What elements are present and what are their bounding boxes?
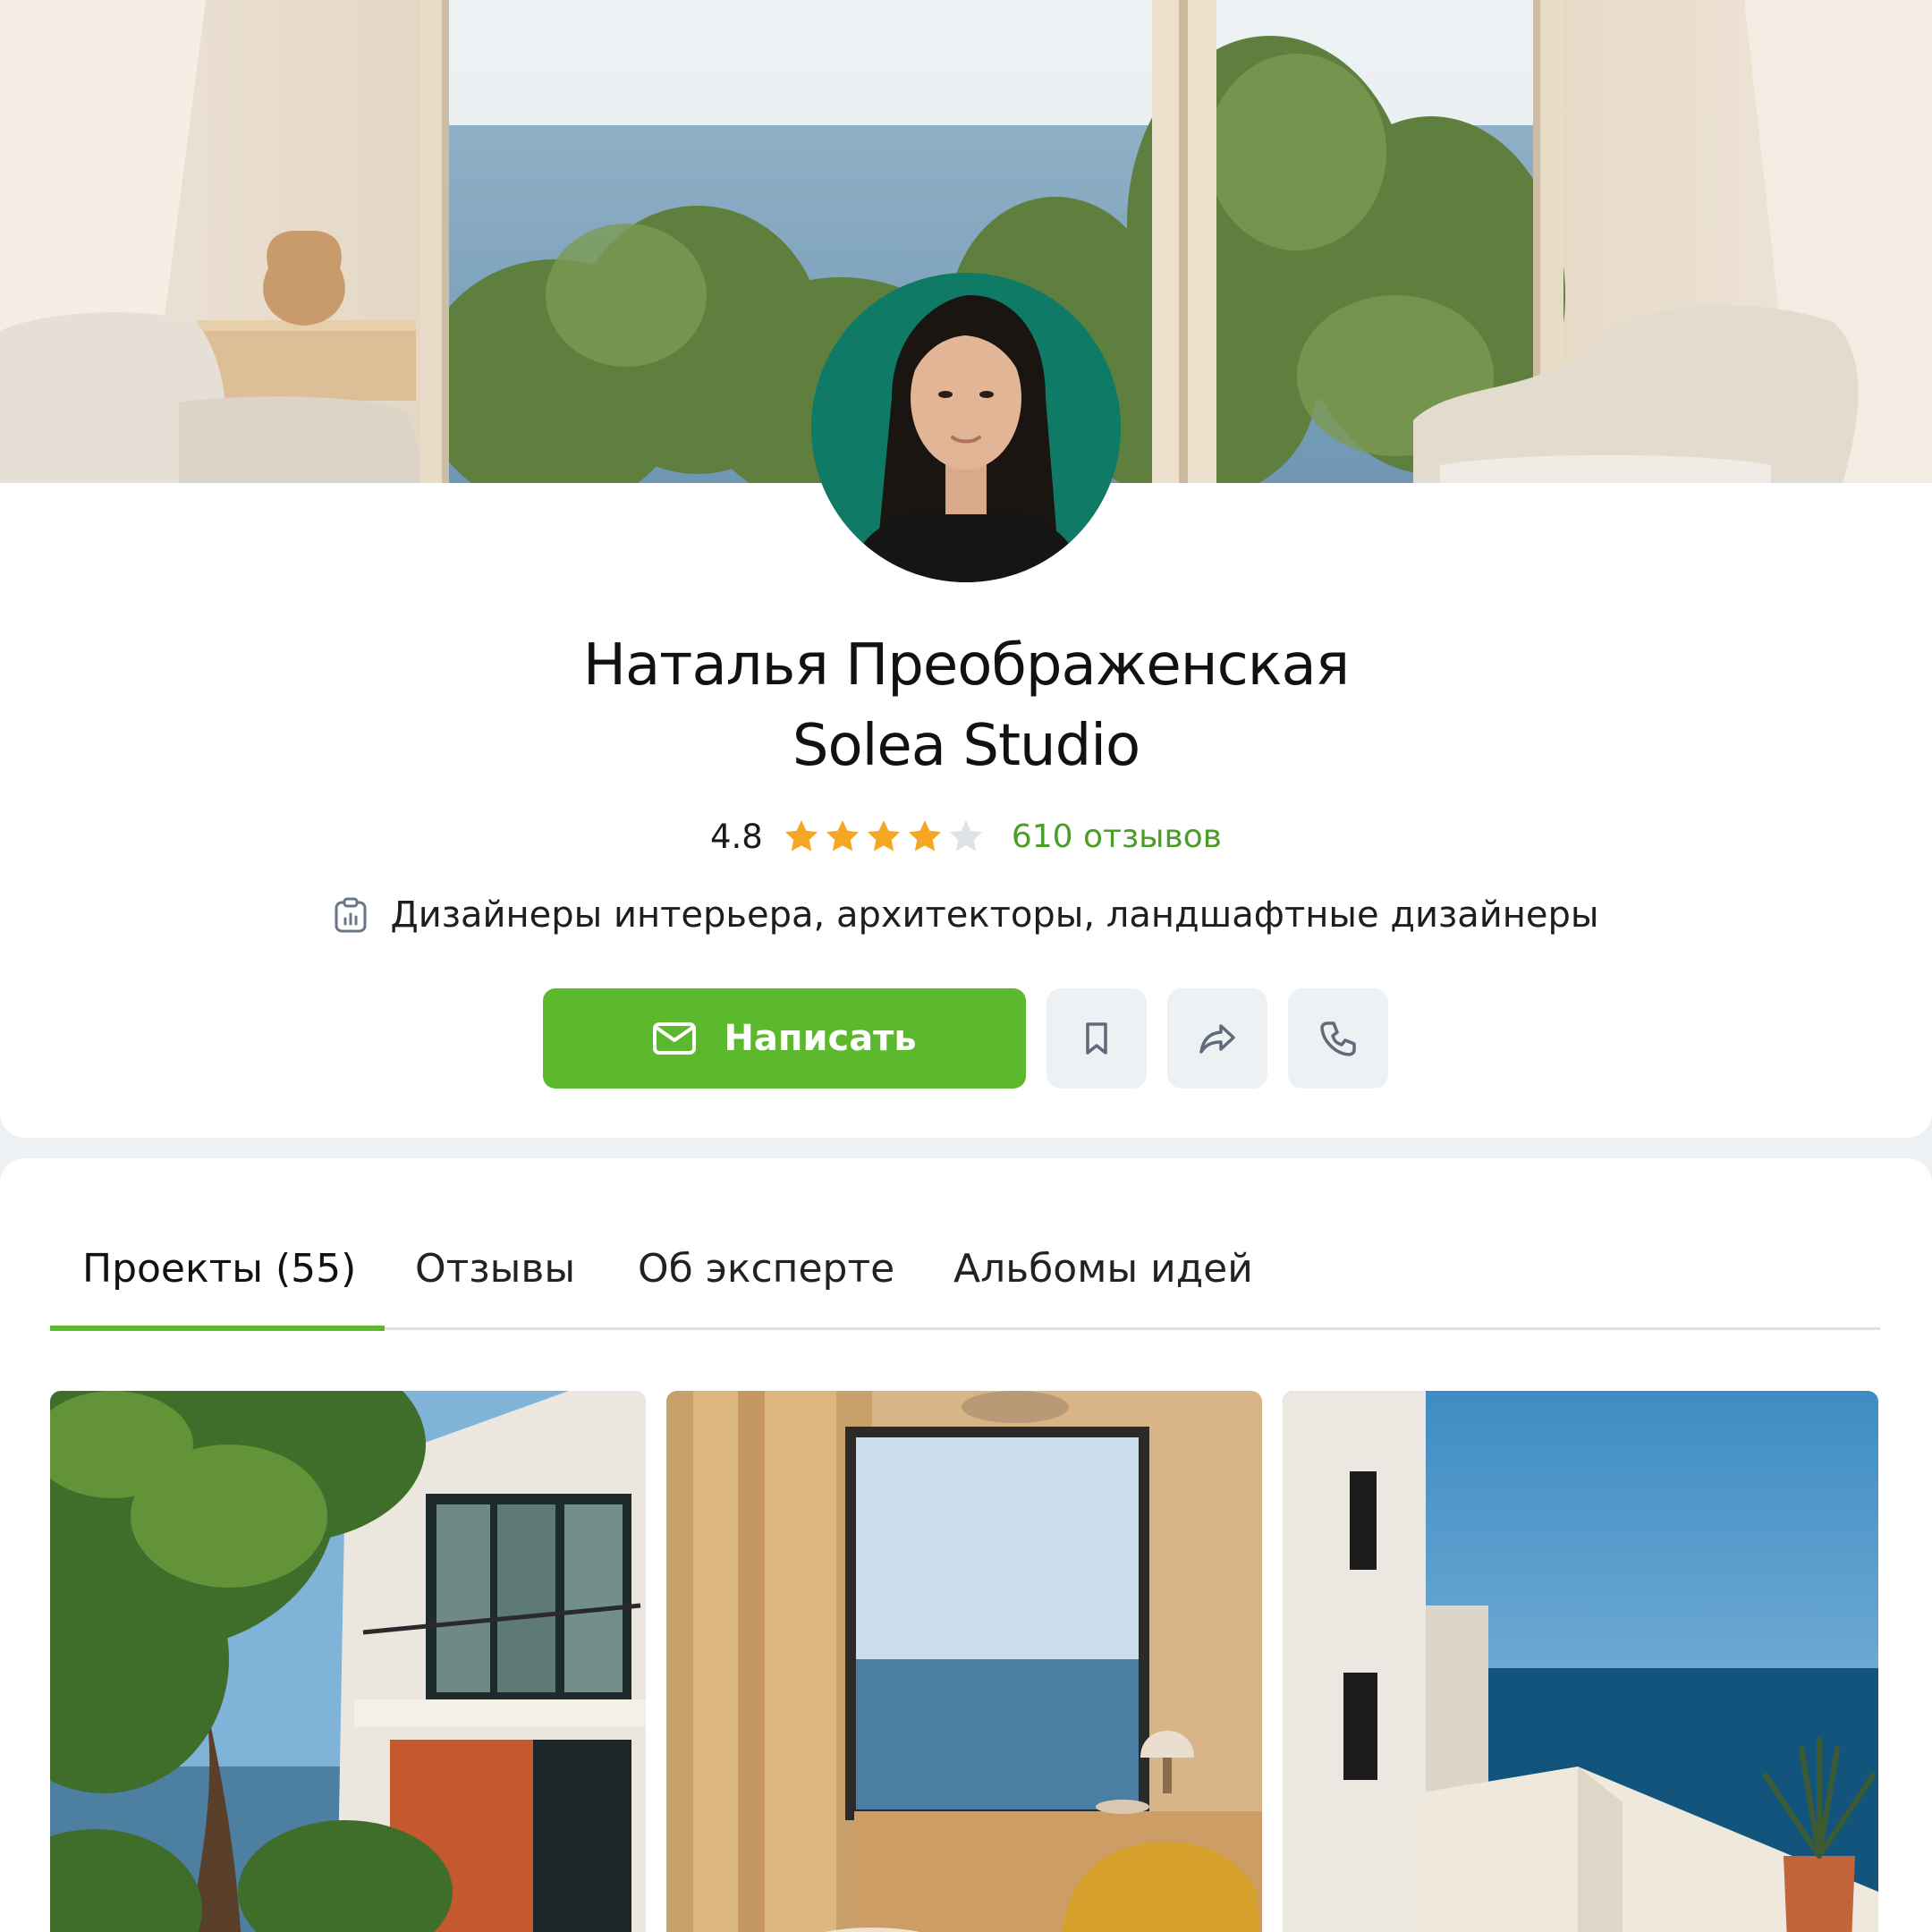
share-button[interactable] (1167, 988, 1267, 1089)
expert-name: Наталья Преображенская (582, 632, 1350, 699)
clipboard-chart-icon (335, 897, 366, 933)
star-filled-icon (867, 820, 900, 852)
project-card[interactable] (666, 1391, 1262, 1932)
rating-stars (783, 818, 985, 855)
profile-tabs: Проекты (55) Отзывы Об эксперте Альбомы … (50, 1158, 1880, 1331)
content-card: Проекты (55) Отзывы Об эксперте Альбомы … (0, 1158, 1932, 1932)
active-tab-indicator (50, 1326, 385, 1331)
project-photo-interior-window (666, 1391, 1262, 1932)
bookmark-button[interactable] (1046, 988, 1147, 1089)
avatar (811, 273, 1121, 582)
phone-icon (1320, 1021, 1356, 1056)
share-arrow-icon (1199, 1024, 1235, 1054)
tab-idea-albums[interactable]: Альбомы идей (953, 1246, 1253, 1292)
project-card[interactable] (50, 1391, 646, 1932)
category-row: Дизайнеры интерьера, архитекторы, ландша… (0, 888, 1932, 942)
star-filled-icon (908, 820, 941, 852)
avatar-photo (811, 273, 1121, 582)
mail-icon (653, 1022, 697, 1055)
star-filled-icon (826, 820, 859, 852)
project-card[interactable] (1283, 1391, 1878, 1932)
phone-button[interactable] (1288, 988, 1388, 1089)
tab-reviews[interactable]: Отзывы (415, 1246, 575, 1292)
reviews-link[interactable]: 610 отзывов (1012, 818, 1222, 855)
tab-about-expert[interactable]: Об эксперте (638, 1246, 894, 1292)
tab-projects[interactable]: Проекты (55) (82, 1246, 356, 1292)
category-text: Дизайнеры интерьера, архитекторы, ландша… (390, 894, 1599, 936)
profile-card: Наталья Преображенская Solea Studio 4.8 … (0, 0, 1932, 1138)
write-message-label: Написать (724, 1018, 917, 1059)
star-empty-icon (949, 820, 982, 852)
rating-row: 4.8 610 отзывов (0, 812, 1932, 860)
star-filled-icon (784, 820, 818, 852)
company-name: Solea Studio (792, 713, 1140, 779)
write-message-button[interactable]: Написать (543, 988, 1026, 1089)
rating-value: 4.8 (709, 817, 763, 856)
project-photo-white-house-sea (1283, 1391, 1878, 1932)
project-photo-house-trees (50, 1391, 646, 1932)
bookmark-icon (1086, 1022, 1107, 1055)
